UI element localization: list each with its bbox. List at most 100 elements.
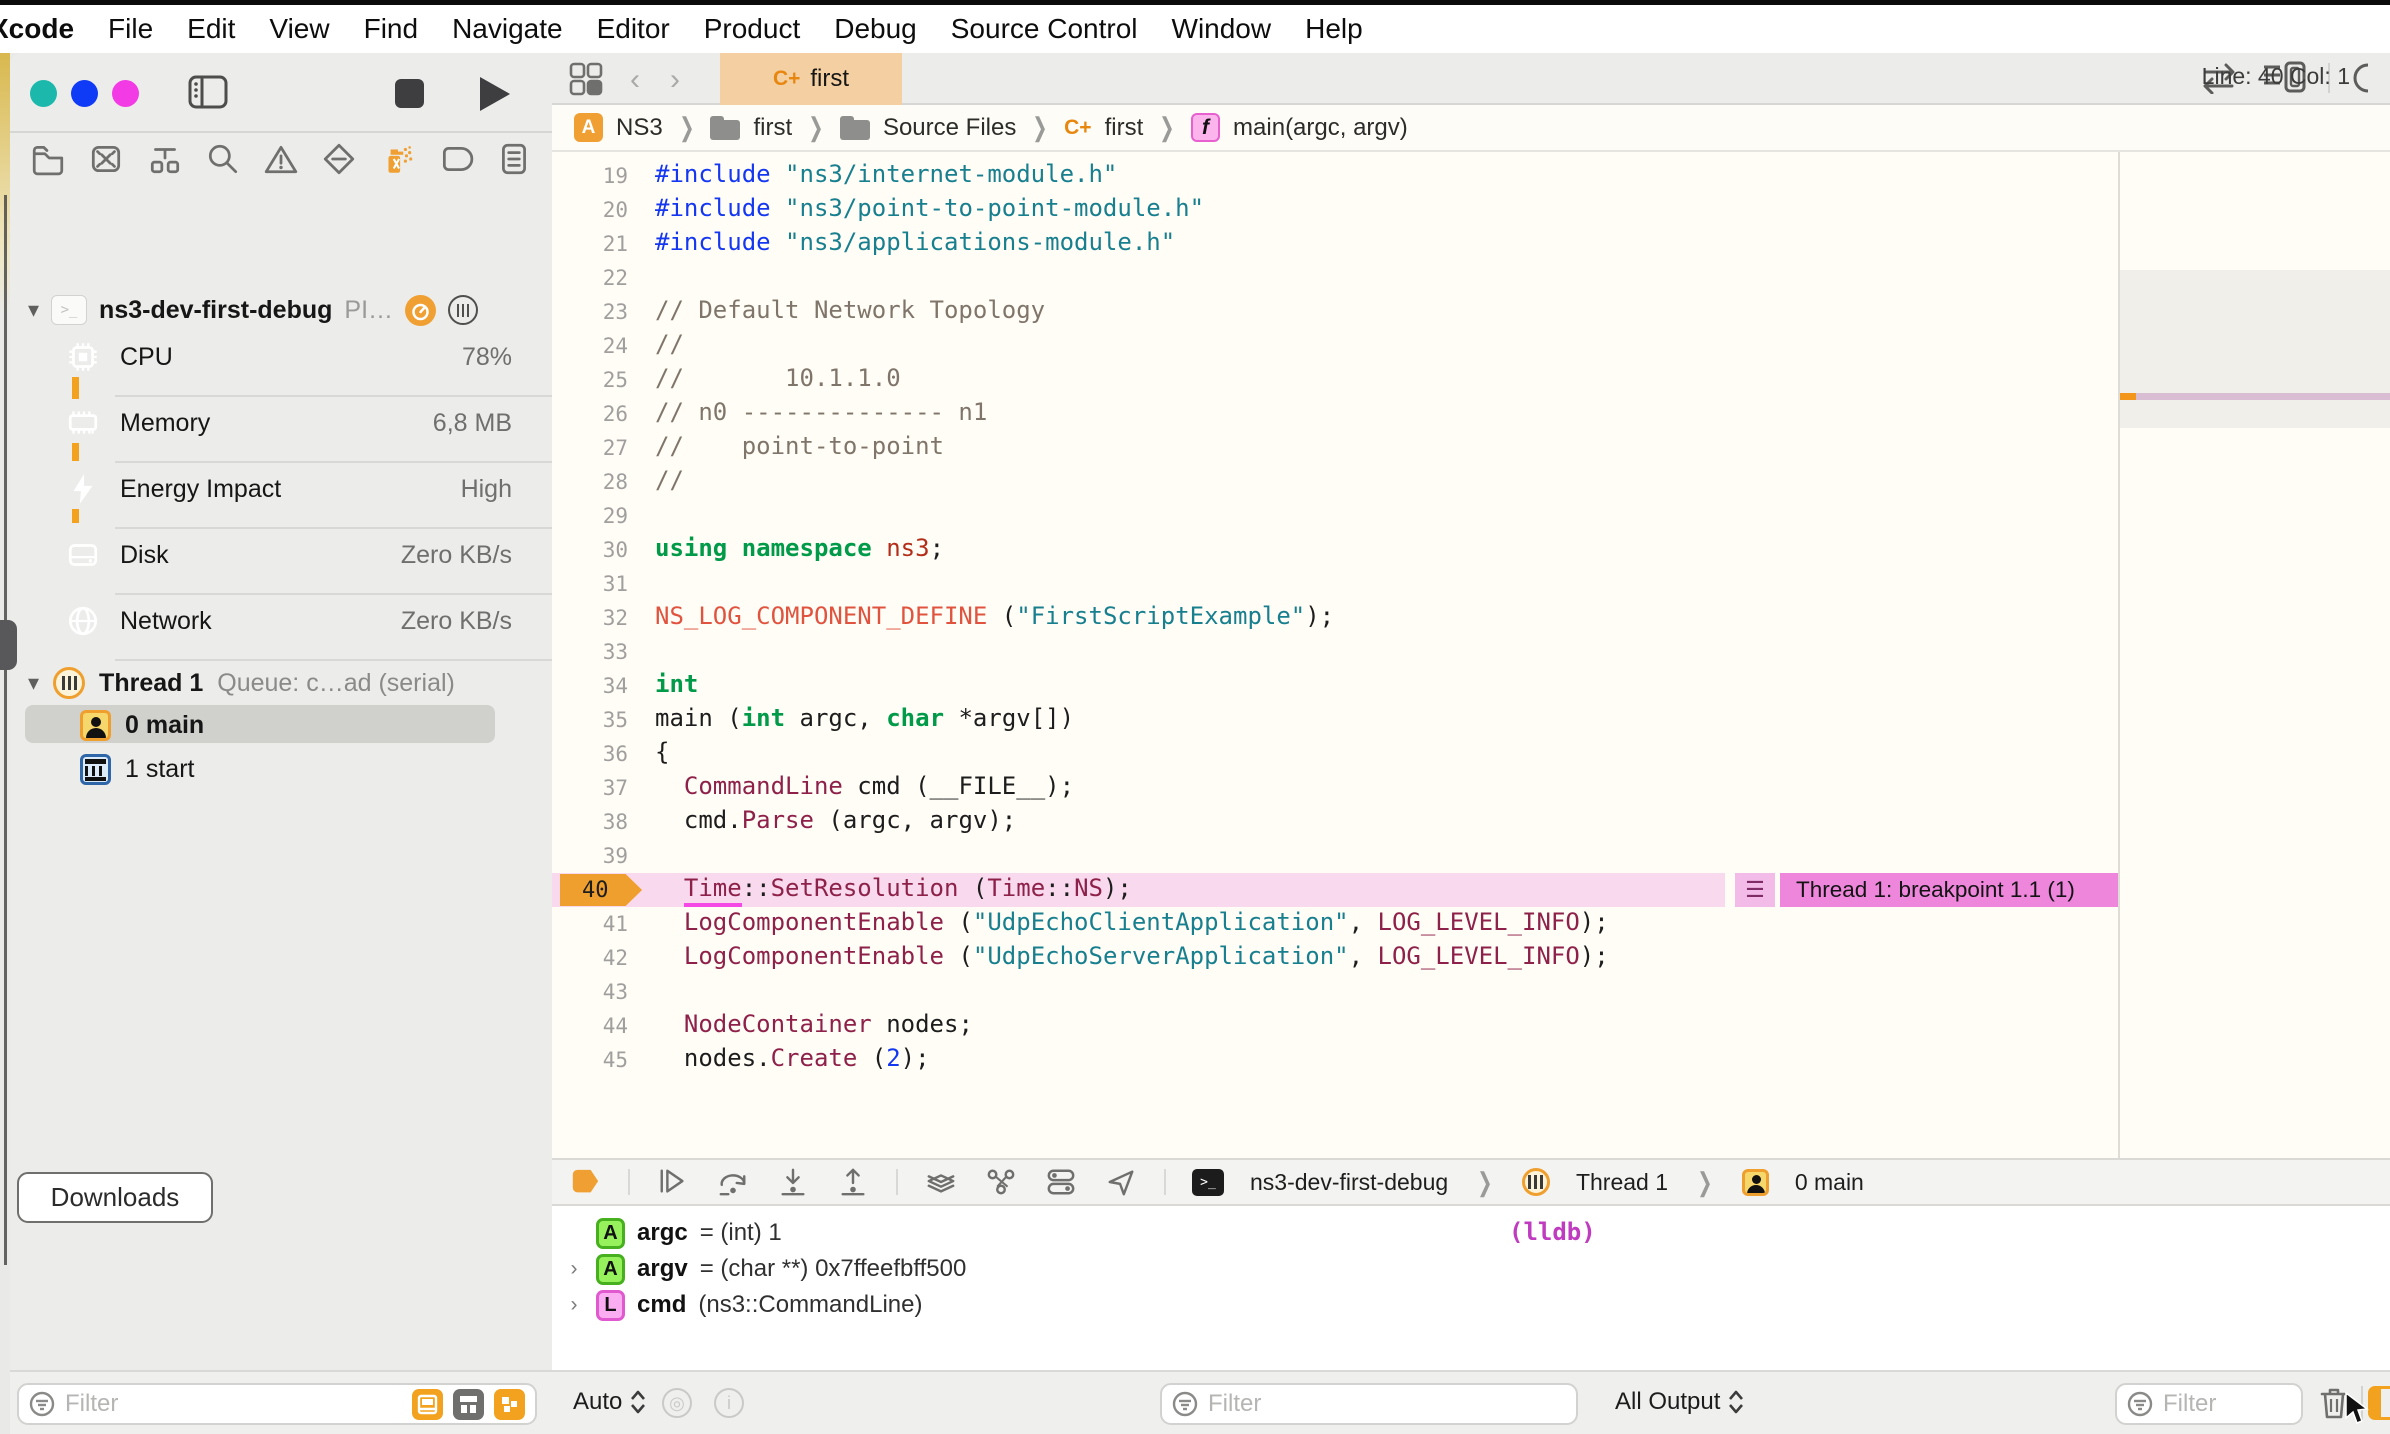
split-editor-icon[interactable] [2352, 61, 2368, 95]
navigator-tab-debug-icon[interactable] [380, 141, 416, 177]
minimap-breakpoint-line [2136, 393, 2390, 400]
navigator-tab-symbols-icon[interactable] [147, 141, 183, 177]
console-scope-select[interactable]: All Output [1615, 1388, 1744, 1416]
thread-row[interactable]: ▾ Thread 1 Queue: c…ad (serial) [28, 661, 455, 705]
breadcrumb-item[interactable]: main(argc, argv) [1233, 114, 1408, 142]
cpu-report-icon[interactable] [448, 295, 479, 325]
simulate-location-icon[interactable] [1104, 1167, 1138, 1197]
chevron-right-icon: ❯ [1159, 112, 1175, 142]
navigator-tab-tests-icon[interactable] [321, 141, 357, 177]
environment-overrides-icon[interactable] [1044, 1167, 1078, 1197]
menu-item-source-control[interactable]: Source Control [951, 13, 1138, 45]
breakpoint-badge[interactable]: 40 [560, 874, 642, 906]
stop-button[interactable] [395, 79, 424, 108]
gauge-divider [115, 527, 552, 529]
variable-row[interactable]: › Lcmd (ns3::CommandLine) [564, 1287, 922, 1323]
menu-item-file[interactable]: File [108, 13, 153, 45]
breadcrumb-item[interactable]: first [753, 114, 792, 142]
downloads-button[interactable]: Downloads [17, 1172, 213, 1223]
menu-item-help[interactable]: Help [1305, 13, 1363, 45]
code-line: #include "ns3/point-to-point-module.h" [655, 194, 1205, 222]
energy-icon [73, 474, 93, 504]
traffic-light-minimize[interactable] [71, 80, 98, 107]
breakpoints-toggle-icon[interactable] [568, 1167, 602, 1197]
console-filter-input[interactable] [2163, 1390, 2291, 1418]
view-hierarchy-icon[interactable] [924, 1167, 958, 1197]
menu-item-xcode[interactable]: Xcode [0, 13, 74, 45]
run-button[interactable] [480, 77, 510, 111]
menu-item-navigate[interactable]: Navigate [452, 13, 563, 45]
quicklook-eye-icon[interactable]: ◎ [662, 1388, 692, 1418]
filter-flagged-button[interactable] [412, 1388, 443, 1420]
traffic-light-zoom[interactable] [112, 80, 139, 107]
menu-item-find[interactable]: Find [364, 13, 418, 45]
gauge-row-memory[interactable]: Memory 6,8 MB [10, 399, 552, 463]
navigator-tab-breakpoints-icon[interactable] [438, 141, 474, 177]
tab-first[interactable]: C+ first [720, 53, 902, 105]
variable-row[interactable]: › Aargv = (char **) 0x7ffeefbff500 [564, 1251, 966, 1287]
step-into-icon[interactable] [776, 1167, 810, 1197]
editor-grid-icon[interactable] [568, 61, 604, 97]
gauge-badge-icon[interactable] [405, 294, 437, 326]
history-forward-icon[interactable]: › [670, 63, 680, 97]
process-row[interactable]: ▾ >_ ns3-dev-first-debug PI… [10, 285, 552, 335]
filter-blocks-button[interactable] [494, 1388, 525, 1420]
stack-frame-0[interactable]: 0 main [80, 708, 204, 742]
disclosure-chevron-icon[interactable]: › [564, 1293, 584, 1317]
menu-item-debug[interactable]: Debug [834, 13, 917, 45]
gauge-row-energy-impact[interactable]: Energy Impact High [10, 465, 552, 529]
navigator-tab-issues-icon[interactable] [263, 141, 299, 177]
breakpoint-banner[interactable]: Thread 1: breakpoint 1.1 (1) [1780, 873, 2118, 907]
breadcrumb-item[interactable]: first [1105, 114, 1144, 142]
info-icon[interactable]: i [714, 1388, 744, 1418]
breakpoint-menu-icon[interactable]: ☰ [1735, 873, 1775, 907]
navigator-tab-project-icon[interactable] [30, 141, 66, 177]
console-filter-field[interactable] [2115, 1383, 2303, 1425]
step-over-icon[interactable] [716, 1167, 750, 1197]
line-number: 25 [602, 368, 628, 392]
line-number: 26 [602, 402, 628, 426]
debug-jumpbar-item[interactable]: ns3-dev-first-debug [1250, 1169, 1448, 1196]
gauge-row-network[interactable]: Network Zero KB/s [10, 597, 552, 661]
toggle-navigator-icon[interactable] [188, 75, 228, 109]
continue-icon[interactable] [656, 1167, 690, 1197]
debug-jumpbar-item[interactable]: 0 main [1795, 1169, 1864, 1196]
debug-area: Aargc = (int) 1 › Aargv = (char **) 0x7ffe… [552, 1206, 2390, 1370]
filter-hierarchy-button[interactable] [453, 1388, 484, 1420]
gauge-row-cpu[interactable]: CPU 78% [10, 333, 552, 399]
menu-item-view[interactable]: View [269, 13, 329, 45]
variable-name: argv [637, 1255, 688, 1282]
menu-item-product[interactable]: Product [704, 13, 801, 45]
menu-item-window[interactable]: Window [1172, 13, 1272, 45]
variables-filter-field[interactable] [1160, 1383, 1578, 1425]
menu-item-edit[interactable]: Edit [187, 13, 235, 45]
source-editor[interactable]: 19 #include "ns3/internet-module.h" 20 #inc… [552, 152, 2118, 1158]
navigator-filter-input[interactable] [65, 1390, 402, 1418]
minimap[interactable] [2120, 152, 2390, 1158]
navigator-tab-find-icon[interactable] [205, 141, 241, 177]
debug-jumpbar-item[interactable]: Thread 1 [1576, 1169, 1668, 1196]
variables-filter-input[interactable] [1208, 1390, 1566, 1418]
variable-row[interactable]: Aargc = (int) 1 [564, 1215, 782, 1251]
minimap-viewport-block[interactable] [2120, 270, 2390, 428]
breadcrumb-item[interactable]: Source Files [883, 114, 1016, 142]
chevron-down-icon[interactable]: ▾ [28, 670, 39, 696]
step-out-icon[interactable] [836, 1167, 870, 1197]
gauge-value: 6,8 MB [432, 409, 512, 437]
navigator-filter-field[interactable] [17, 1383, 537, 1425]
history-back-icon[interactable]: ‹ [630, 63, 640, 97]
chevron-down-icon[interactable]: ▾ [28, 297, 39, 323]
traffic-light-close[interactable] [30, 80, 57, 107]
stack-frame-1[interactable]: 1 start [80, 752, 194, 786]
memory-graph-icon[interactable] [984, 1167, 1018, 1197]
breadcrumb-item[interactable]: NS3 [616, 114, 663, 142]
line-number: 24 [602, 334, 628, 358]
disclosure-chevron-icon[interactable]: › [564, 1257, 584, 1281]
navigator-tab-reports-icon[interactable] [496, 141, 532, 177]
navigator-tab-changes-icon[interactable] [88, 141, 124, 177]
variables-scope-select[interactable]: Auto [573, 1388, 646, 1416]
line-number: 19 [602, 164, 628, 188]
menu-item-editor[interactable]: Editor [597, 13, 670, 45]
gauge-row-disk[interactable]: Disk Zero KB/s [10, 531, 552, 595]
line-number: 22 [602, 266, 628, 290]
